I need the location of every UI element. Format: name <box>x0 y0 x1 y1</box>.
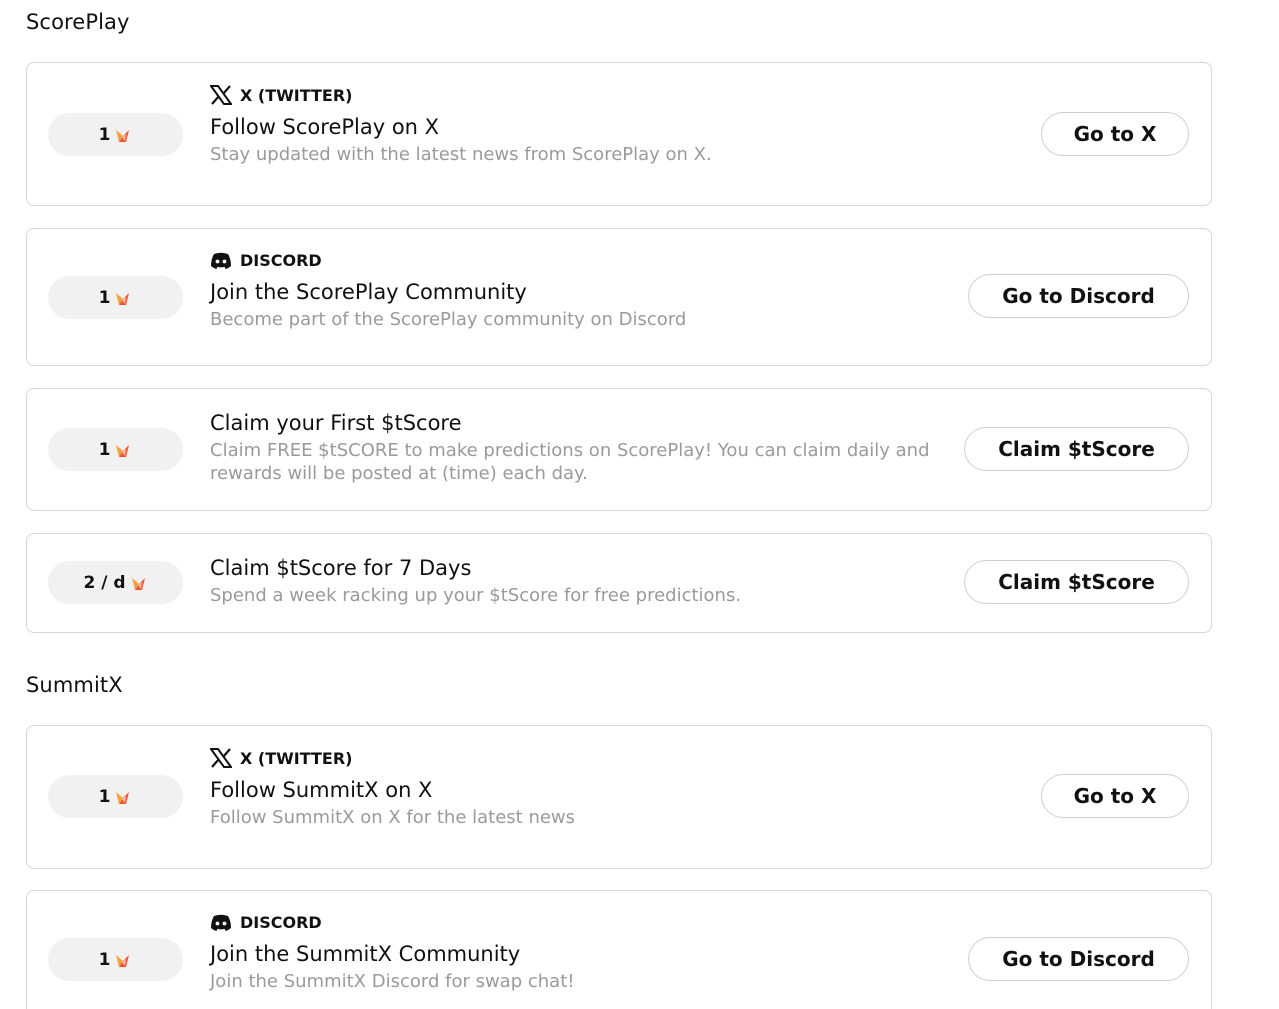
section-title-summitx: SummitX <box>26 673 123 697</box>
task-description: Spend a week racking up your $tScore for… <box>210 585 742 606</box>
task-content: DISCORD Join the ScorePlay Community Bec… <box>210 248 931 331</box>
flame-icon <box>114 951 132 969</box>
discord-logo-icon <box>210 914 232 931</box>
x-logo-icon <box>210 85 232 105</box>
task-title: Join the ScorePlay Community <box>210 280 527 304</box>
go-to-x-button[interactable]: Go to X <box>1041 112 1189 156</box>
points-value: 1 <box>98 786 111 807</box>
task-content: DISCORD Join the SummitX Community Join … <box>210 910 931 993</box>
points-value: 1 <box>98 124 111 145</box>
task-description: Become part of the ScorePlay community o… <box>210 309 687 330</box>
task-title: Claim $tScore for 7 Days <box>210 556 472 580</box>
platform-name: DISCORD <box>240 250 322 270</box>
task-card-follow-summitx-x: 1 X (TWITTER) Follow SummitX on X Follow… <box>26 725 1212 869</box>
task-card-claim-tscore-7-days: 2 / d Claim $tScore for 7 Days Spend a w… <box>26 533 1212 633</box>
task-card-join-scoreplay-discord: 1 DISCORD Join the ScorePlay Community B… <box>26 228 1212 366</box>
points-badge: 2 / d <box>48 561 183 604</box>
platform-label: DISCORD <box>210 248 931 272</box>
section-title-scoreplay: ScorePlay <box>26 10 130 34</box>
platform-label: DISCORD <box>210 910 931 934</box>
flame-icon <box>114 126 132 144</box>
flame-icon <box>114 441 132 459</box>
discord-logo-icon <box>210 252 232 269</box>
points-badge: 1 <box>48 428 183 471</box>
flame-icon <box>114 788 132 806</box>
task-content: X (TWITTER) Follow SummitX on X Follow S… <box>210 746 931 829</box>
task-content: X (TWITTER) Follow ScorePlay on X Stay u… <box>210 83 931 166</box>
platform-name: DISCORD <box>240 912 322 932</box>
task-card-join-summitx-discord: 1 DISCORD Join the SummitX Community Joi… <box>26 890 1212 1009</box>
platform-name: X (TWITTER) <box>240 748 353 768</box>
points-value: 1 <box>98 439 111 460</box>
task-card-claim-first-tscore: 1 Claim your First $tScore Claim FREE $t… <box>26 388 1212 511</box>
points-value: 1 <box>98 949 111 970</box>
task-description: Claim FREE $tSCORE to make predictions o… <box>210 440 930 484</box>
claim-tscore-button[interactable]: Claim $tScore <box>964 560 1189 604</box>
go-to-discord-button[interactable]: Go to Discord <box>968 274 1189 318</box>
task-content: Claim your First $tScore Claim FREE $tSC… <box>210 409 931 485</box>
points-badge: 1 <box>48 938 183 981</box>
go-to-x-button[interactable]: Go to X <box>1041 774 1189 818</box>
task-description: Follow SummitX on X for the latest news <box>210 807 576 828</box>
flame-icon <box>114 289 132 307</box>
go-to-discord-button[interactable]: Go to Discord <box>968 937 1189 981</box>
task-description: Join the SummitX Discord for swap chat! <box>210 971 575 992</box>
points-value: 1 <box>98 287 111 308</box>
platform-name: X (TWITTER) <box>240 85 353 105</box>
task-description: Stay updated with the latest news from S… <box>210 144 712 165</box>
claim-tscore-button[interactable]: Claim $tScore <box>964 427 1189 471</box>
points-badge: 1 <box>48 276 183 319</box>
task-content: Claim $tScore for 7 Days Spend a week ra… <box>210 554 931 607</box>
quests-page: ScorePlay 1 X (TWITTER) Follow ScorePlay… <box>0 0 1279 1009</box>
task-title: Follow ScorePlay on X <box>210 115 440 139</box>
task-card-follow-scoreplay-x: 1 X (TWITTER) Follow ScorePlay on X Stay… <box>26 62 1212 206</box>
points-badge: 1 <box>48 775 183 818</box>
task-title: Join the SummitX Community <box>210 942 521 966</box>
flame-icon <box>130 574 148 592</box>
points-badge: 1 <box>48 113 183 156</box>
platform-label: X (TWITTER) <box>210 83 931 107</box>
x-logo-icon <box>210 748 232 768</box>
platform-label: X (TWITTER) <box>210 746 931 770</box>
points-value: 2 / d <box>83 572 126 593</box>
task-title: Claim your First $tScore <box>210 411 462 435</box>
task-title: Follow SummitX on X <box>210 778 433 802</box>
